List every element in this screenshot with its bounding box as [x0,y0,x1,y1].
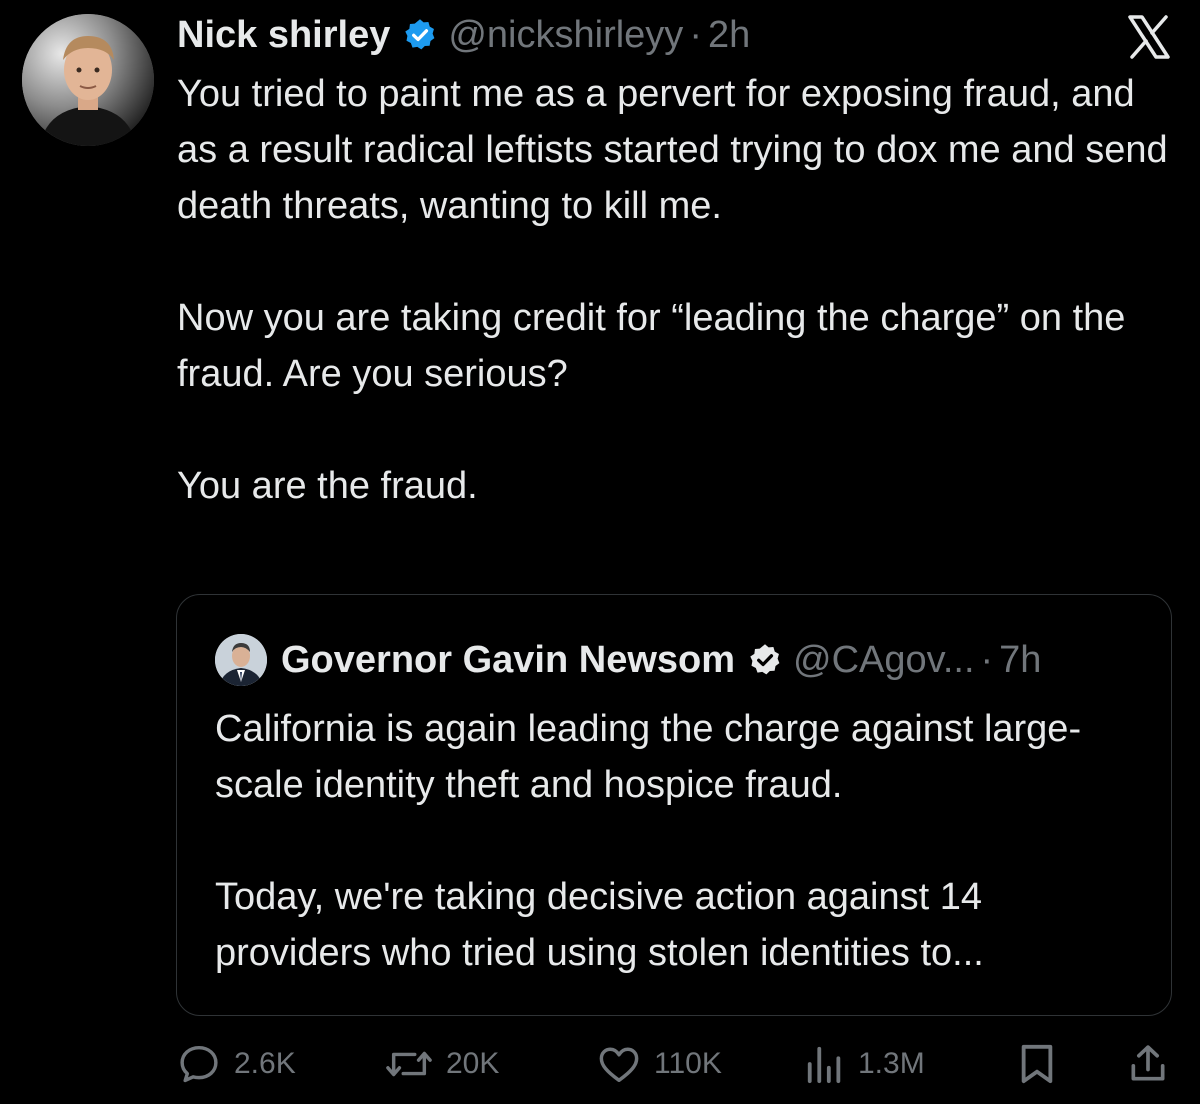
tweet-time[interactable]: 2h [708,14,750,57]
like-count: 110K [654,1047,722,1080]
quoted-tweet-time[interactable]: 7h [999,639,1041,682]
separator-dot: · [689,13,702,56]
repost-count: 20K [446,1047,500,1080]
quoted-avatar-photo [215,634,267,686]
share-button[interactable] [1126,1036,1170,1092]
repost-button[interactable]: 20K [384,1036,499,1092]
quoted-author-avatar[interactable] [215,634,267,686]
tweet-header: Nick shirley @nickshirleyy · 2h [177,8,750,62]
like-button[interactable]: 110K [596,1036,722,1092]
view-count: 1.3M [858,1047,925,1080]
views-chart-icon [807,1046,841,1084]
author-name[interactable]: Nick shirley [177,14,390,57]
quoted-tweet-paragraph: Today, we're taking decisive action agai… [215,876,984,974]
bookmark-icon [1021,1044,1053,1084]
bookmark-button[interactable] [1016,1036,1058,1092]
quoted-tweet-body: California is again leading the charge a… [215,701,1145,981]
quoted-tweet-paragraph: California is again leading the charge a… [215,708,1082,806]
quoted-tweet-card[interactable]: Governor Gavin Newsom @CAgov... · 7h Cal… [176,594,1172,1016]
author-avatar[interactable] [22,14,154,146]
tweet-paragraph: You are the fraud. [177,465,478,507]
tweet-paragraph: You tried to paint me as a pervert for e… [177,73,1168,227]
repost-icon [386,1051,432,1077]
author-handle[interactable]: @nickshirleyy [448,14,683,57]
x-logo-icon [1126,14,1172,60]
separator-dot: · [980,638,994,681]
reply-count: 2.6K [234,1047,296,1080]
share-icon [1131,1045,1165,1081]
tweet-action-bar: 2.6K 20K 110K 1.3M [176,1036,1172,1092]
views-button[interactable]: 1.3M [804,1036,925,1092]
tweet-paragraph: Now you are taking credit for “leading t… [177,297,1126,395]
avatar-photo [22,14,154,146]
reply-button[interactable]: 2.6K [176,1036,296,1092]
quoted-author-handle[interactable]: @CAgov... [793,639,974,682]
heart-icon [599,1047,639,1083]
reply-icon [180,1045,218,1083]
verified-badge-icon[interactable] [747,642,783,678]
quoted-tweet-header: Governor Gavin Newsom @CAgov... · 7h [215,634,1041,686]
tweet-body: You tried to paint me as a pervert for e… [177,66,1177,514]
quoted-author-name[interactable]: Governor Gavin Newsom [281,639,735,682]
verified-badge-icon[interactable] [402,17,438,53]
